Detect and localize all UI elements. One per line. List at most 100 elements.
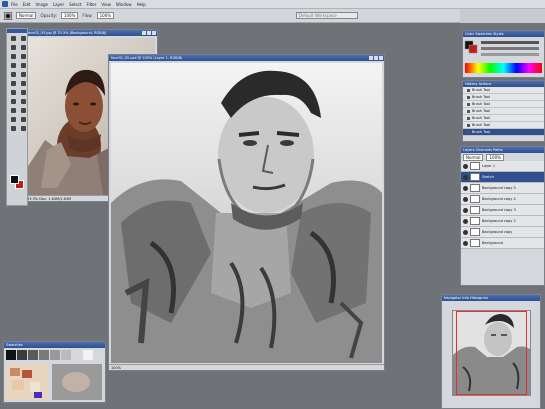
layer-thumbnail: [470, 239, 480, 247]
eraser-tool-icon[interactable]: [8, 79, 18, 88]
hand-tool-icon[interactable]: [8, 124, 18, 133]
layer-row[interactable]: Background copy 2: [461, 216, 544, 227]
visibility-eye-icon[interactable]: [463, 185, 468, 191]
layer-row[interactable]: Background copy 4: [461, 194, 544, 205]
visibility-eye-icon[interactable]: [463, 229, 468, 235]
menu-select[interactable]: Select: [69, 2, 81, 7]
layer-row[interactable]: Background: [461, 238, 544, 249]
brush-icon: [467, 130, 470, 134]
layer-name: Layer 1: [482, 164, 496, 168]
navigator-view-box[interactable]: [456, 311, 527, 395]
layer-row[interactable]: Layer 1: [461, 161, 544, 172]
menu-file[interactable]: File: [11, 2, 18, 7]
brush-icon: [467, 88, 470, 92]
visibility-eye-icon[interactable]: [463, 163, 468, 169]
layer-row[interactable]: Background copy 3: [461, 205, 544, 216]
layer-name: Background copy 3: [482, 208, 516, 212]
panel-well: [460, 9, 545, 23]
history-item[interactable]: Brush Tool: [463, 101, 544, 108]
painting-canvas[interactable]: [111, 63, 382, 363]
visibility-eye-icon[interactable]: [463, 240, 468, 246]
magic-wand-tool-icon[interactable]: [18, 43, 28, 52]
layer-opacity-field[interactable]: 100%: [486, 153, 504, 161]
move-tool-icon[interactable]: [8, 34, 18, 43]
menu-layer[interactable]: Layer: [53, 2, 64, 7]
brush-preset-picker[interactable]: [4, 11, 12, 20]
shape-tool-icon[interactable]: [18, 106, 28, 115]
history-item[interactable]: Brush Tool: [463, 108, 544, 115]
visibility-eye-icon[interactable]: [463, 196, 468, 202]
layers-panel[interactable]: Layers Channels Paths Normal 100% Layer …: [460, 146, 545, 286]
menu-window[interactable]: Window: [116, 2, 132, 7]
marquee-tool-icon[interactable]: [18, 34, 28, 43]
menu-view[interactable]: View: [101, 2, 111, 7]
opacity-field[interactable]: 100%: [60, 12, 79, 19]
menu-bar: File Edit Image Layer Select Filter View…: [0, 0, 545, 9]
history-item-current[interactable]: Brush Tool: [463, 129, 544, 136]
type-tool-icon[interactable]: [18, 97, 28, 106]
visibility-eye-icon[interactable]: [463, 218, 468, 224]
layer-row-selected[interactable]: Sketch: [461, 172, 544, 183]
dodge-tool-icon[interactable]: [18, 88, 28, 97]
mode-select[interactable]: Normal: [16, 12, 37, 19]
minimize-icon[interactable]: [142, 31, 146, 35]
menu-filter[interactable]: Filter: [86, 2, 96, 7]
layer-row[interactable]: Background copy 5: [461, 183, 544, 194]
workspace-field[interactable]: Default Workspace: [296, 12, 358, 19]
document-window[interactable]: face02_05.psd @ 100% (Layer 1, RGB/8) 10…: [108, 54, 385, 371]
history-item[interactable]: Brush Tool: [463, 87, 544, 94]
color-panel[interactable]: Color Swatches Styles: [462, 30, 545, 78]
slice-tool-icon[interactable]: [18, 52, 28, 61]
notes-tool-icon[interactable]: [8, 115, 18, 124]
flow-field[interactable]: 100%: [96, 12, 115, 19]
navigator-panel-title: Navigator Info Histogram: [444, 296, 489, 300]
history-item-label: Brush Tool: [472, 130, 491, 134]
layer-row[interactable]: Background copy: [461, 227, 544, 238]
layer-thumbnail: [470, 228, 480, 236]
brush-tool-icon[interactable]: [18, 61, 28, 70]
layer-blend-mode-select[interactable]: Normal: [463, 153, 484, 161]
history-item-label: Brush Tool: [472, 102, 491, 106]
eyedropper-tool-icon[interactable]: [18, 115, 28, 124]
history-panel[interactable]: History Actions Brush Tool Brush Tool Br…: [462, 80, 545, 142]
layers-panel-title: Layers Channels Paths: [463, 148, 503, 152]
opacity-label: Opacity:: [40, 13, 57, 18]
stamp-tool-icon[interactable]: [8, 70, 18, 79]
navigator-panel-tabs[interactable]: Navigator Info Histogram: [442, 295, 540, 301]
path-select-tool-icon[interactable]: [8, 97, 18, 106]
maximize-icon[interactable]: [147, 31, 151, 35]
visibility-eye-icon[interactable]: [463, 207, 468, 213]
layer-thumbnail: [470, 173, 480, 181]
history-item[interactable]: Brush Tool: [463, 122, 544, 129]
document-title-bar[interactable]: face02_05.psd @ 100% (Layer 1, RGB/8): [109, 55, 384, 61]
color-sliders[interactable]: [463, 37, 544, 77]
blur-tool-icon[interactable]: [8, 88, 18, 97]
pen-tool-icon[interactable]: [8, 106, 18, 115]
history-item[interactable]: Brush Tool: [463, 115, 544, 122]
reference-title-bar[interactable]: face02_03.jpg @ 33.3% (Background, RGB/8…: [25, 30, 157, 36]
foreground-color-swatch[interactable]: [10, 175, 19, 184]
crop-tool-icon[interactable]: [8, 52, 18, 61]
menu-image[interactable]: Image: [35, 2, 48, 7]
menu-help[interactable]: Help: [137, 2, 146, 7]
history-item-label: Brush Tool: [472, 88, 491, 92]
visibility-eye-icon[interactable]: [463, 174, 468, 180]
zoom-tool-icon[interactable]: [18, 124, 28, 133]
lasso-tool-icon[interactable]: [8, 43, 18, 52]
close-icon[interactable]: [379, 56, 383, 60]
maximize-icon[interactable]: [374, 56, 378, 60]
window-controls: [369, 55, 384, 61]
menu-edit[interactable]: Edit: [23, 2, 31, 7]
navigator-panel[interactable]: Navigator Info Histogram: [441, 294, 541, 409]
history-item[interactable]: Brush Tool: [463, 94, 544, 101]
swatches-window[interactable]: Swatches: [3, 341, 106, 403]
gradient-tool-icon[interactable]: [18, 79, 28, 88]
history-brush-tool-icon[interactable]: [18, 70, 28, 79]
brush-icon: [467, 102, 470, 106]
layer-name: Sketch: [482, 175, 494, 179]
minimize-icon[interactable]: [369, 56, 373, 60]
close-icon[interactable]: [152, 31, 156, 35]
healing-tool-icon[interactable]: [8, 61, 18, 70]
swatch-grid[interactable]: [4, 348, 105, 402]
layer-name: Background: [482, 241, 503, 245]
